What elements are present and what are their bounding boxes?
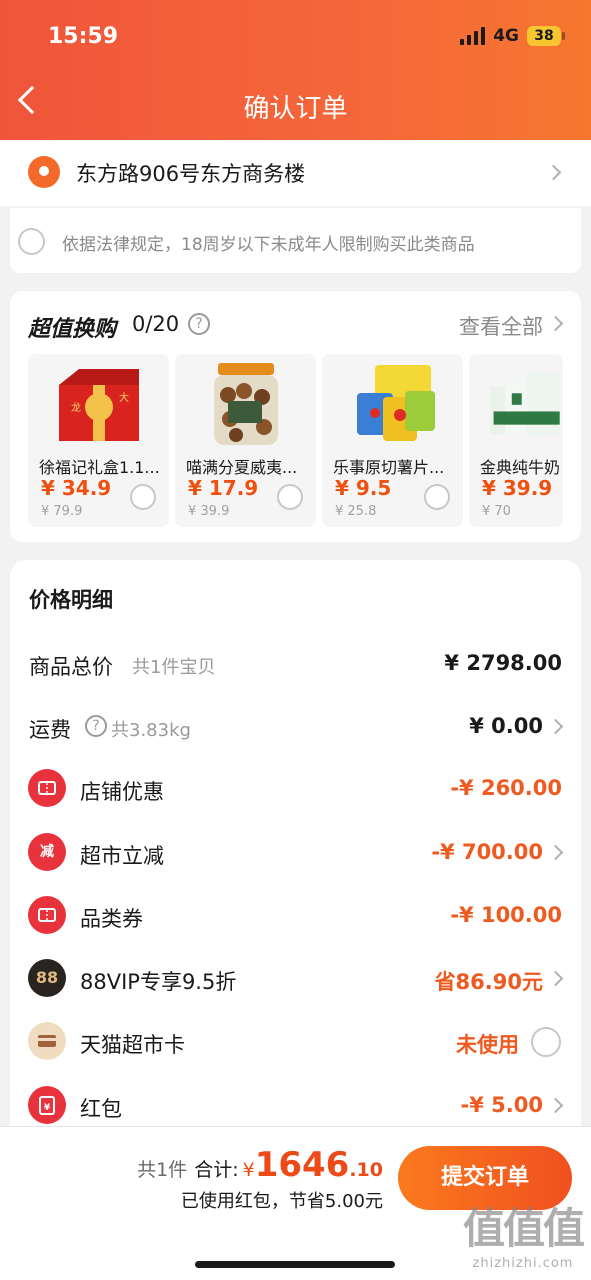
category-coupon-label: 品类券	[80, 907, 143, 931]
deal-item-price: ¥ 39.9	[482, 476, 553, 500]
chevron-right-icon	[547, 718, 564, 735]
status-time: 15:59	[48, 24, 119, 49]
total-integer: 1646	[254, 1145, 350, 1185]
deal-item[interactable]: 龙 大 徐福记礼盒1.1... ¥ 34.9 ¥ 79.9	[28, 354, 169, 527]
red-packet-label: 红包	[80, 1097, 122, 1121]
chevron-right-icon	[547, 315, 564, 332]
goods-total-label: 商品总价	[29, 655, 113, 679]
store-discount-value: -¥ 260.00	[450, 776, 562, 800]
watermark: 值值值 zhizhizhi.com	[462, 1195, 585, 1271]
shipping-label: 运费	[29, 718, 71, 742]
deals-count: 0/20	[132, 312, 180, 336]
page-title: 确认订单	[243, 94, 348, 124]
deal-item-name: 徐福记礼盒1.1...	[39, 458, 160, 477]
age-restriction-row[interactable]: 依据法律规定，18周岁以下未成年人限制购买此类商品	[10, 208, 581, 273]
discount-icon: 减	[28, 833, 66, 871]
chevron-right-icon	[545, 164, 562, 181]
network-type: 4G	[493, 26, 519, 46]
total-line: 共1件 合计: ¥ 1646 .10	[137, 1145, 383, 1185]
deal-item-price: ¥ 17.9	[188, 476, 259, 500]
watermark-brand: 值值值	[462, 1204, 585, 1253]
shipping-weight: 共3.83kg	[111, 720, 191, 741]
deal-item-original-price: ¥ 79.9	[41, 504, 83, 519]
tmall-card-radio[interactable]	[531, 1027, 561, 1057]
coupon-icon	[28, 896, 66, 934]
watermark-url: zhizhizhi.com	[472, 1256, 574, 1271]
deal-item-name: 喵满分夏威夷...	[186, 458, 298, 477]
deal-item-name: 乐事原切薯片...	[333, 458, 445, 477]
item-count: 共1件	[137, 1159, 188, 1181]
market-cut-label: 超市立减	[80, 844, 164, 868]
svg-text:大: 大	[119, 391, 129, 404]
category-coupon-value: -¥ 100.00	[450, 903, 562, 927]
chips-bag-image	[357, 365, 435, 441]
svg-text:¥: ¥	[44, 1103, 51, 1113]
deal-item-name: 金典纯牛奶	[480, 458, 560, 477]
address-row[interactable]: 东方路906号东方商务楼	[0, 140, 591, 206]
shipping-value[interactable]: ¥ 0.00	[469, 714, 543, 738]
deal-item-original-price: ¥ 70	[482, 504, 511, 519]
tmall-card-value: 未使用	[456, 1033, 519, 1057]
total-decimal: .10	[349, 1159, 383, 1181]
currency-symbol: ¥	[242, 1159, 255, 1181]
vip-discount-value[interactable]: 省86.90元	[435, 966, 543, 996]
age-confirm-radio[interactable]	[18, 228, 45, 255]
red-packet-value[interactable]: -¥ 5.00	[461, 1093, 543, 1117]
deals-title: 超值换购	[28, 317, 117, 342]
checkout-bar: 共1件 合计: ¥ 1646 .10 已使用红包，节省5.00元 提交订单 值值…	[0, 1126, 591, 1280]
signal-icon	[460, 27, 486, 45]
gift-box-image: 龙 大	[59, 369, 139, 441]
location-pin-icon	[28, 156, 60, 188]
chevron-right-icon	[547, 1097, 564, 1114]
total-label: 合计:	[194, 1159, 239, 1181]
goods-count-text: 共1件宝贝	[132, 657, 216, 678]
card-icon	[28, 1022, 66, 1060]
deal-item-price: ¥ 34.9	[41, 476, 112, 500]
deal-item[interactable]: 金典纯牛奶 ¥ 39.9 ¥ 70	[469, 354, 563, 527]
svg-text:龙: 龙	[71, 401, 81, 414]
exchange-deals-card: 超值换购 0/20 ? 查看全部 龙 大 徐福记礼盒1.1... ¥ 34.9 …	[10, 291, 581, 542]
deal-item-select-radio[interactable]	[277, 484, 303, 510]
deal-item-price: ¥ 9.5	[335, 476, 392, 500]
coupon-icon	[28, 769, 66, 807]
address-text: 东方路906号东方商务楼	[76, 162, 306, 186]
price-detail-card: 价格明细 商品总价 共1件宝贝 ¥ 2798.00 运费 ? 共3.83kg ¥…	[10, 560, 581, 1160]
deal-item-select-radio[interactable]	[424, 484, 450, 510]
chevron-right-icon	[547, 844, 564, 861]
deal-item[interactable]: 乐事原切薯片... ¥ 9.5 ¥ 25.8	[322, 354, 463, 527]
price-detail-title: 价格明细	[29, 588, 113, 612]
header-bar: 15:59 4G 38 确认订单	[0, 0, 591, 140]
home-indicator[interactable]	[195, 1261, 395, 1268]
milk-carton-image	[490, 373, 560, 435]
see-all-link[interactable]: 查看全部	[459, 311, 543, 341]
deal-item-select-radio[interactable]	[130, 484, 156, 510]
deal-item-original-price: ¥ 25.8	[335, 504, 377, 519]
goods-total-value: ¥ 2798.00	[444, 651, 562, 675]
tmall-card-label: 天猫超市卡	[80, 1033, 185, 1057]
deal-item[interactable]: 喵满分夏威夷... ¥ 17.9 ¥ 39.9	[175, 354, 316, 527]
help-icon[interactable]: ?	[188, 313, 210, 335]
market-cut-value[interactable]: -¥ 700.00	[431, 840, 543, 864]
chevron-right-icon	[547, 970, 564, 987]
age-restriction-text: 依据法律规定，18周岁以下未成年人限制购买此类商品	[62, 235, 475, 255]
deal-item-original-price: ¥ 39.9	[188, 504, 230, 519]
shipping-help-icon[interactable]: ?	[85, 715, 107, 737]
battery-icon: 38	[527, 26, 565, 46]
vip-discount-label: 88VIP专享9.5折	[80, 970, 237, 994]
vip-88-icon: 88	[28, 959, 66, 997]
saving-text: 已使用红包，节省5.00元	[180, 1191, 383, 1212]
status-indicators: 4G 38	[460, 26, 565, 46]
red-packet-icon: ¥	[28, 1086, 66, 1124]
store-discount-label: 店铺优惠	[80, 780, 164, 804]
nut-jar-image	[214, 363, 278, 445]
